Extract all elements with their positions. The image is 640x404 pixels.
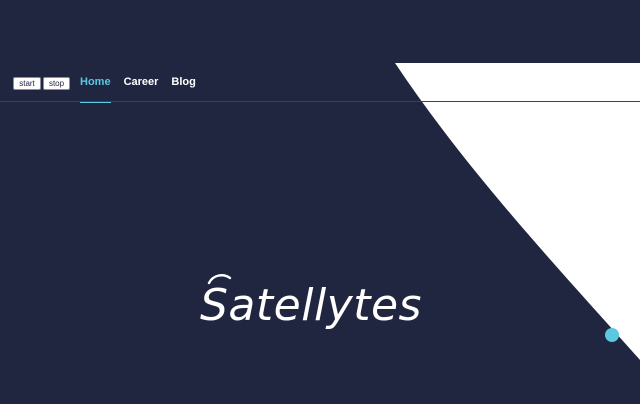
satellytes-logo: Satellytes <box>200 272 440 340</box>
nav-divider <box>0 101 640 102</box>
animation-controls: start stop <box>13 77 70 90</box>
nav-career-link[interactable]: Career <box>124 76 159 102</box>
logo-wordmark: Satellytes <box>200 280 422 331</box>
page: start stop Home Career Blog Satellytes <box>0 0 640 404</box>
hero-white-shape <box>395 63 640 360</box>
nav-links: Home Career Blog <box>80 76 196 103</box>
top-navigation: start stop Home Career Blog <box>0 72 640 103</box>
stop-button[interactable]: stop <box>43 77 70 90</box>
nav-home-link[interactable]: Home <box>80 76 111 103</box>
start-button[interactable]: start <box>13 77 41 90</box>
accent-dot <box>605 328 619 342</box>
nav-blog-link[interactable]: Blog <box>171 76 195 102</box>
